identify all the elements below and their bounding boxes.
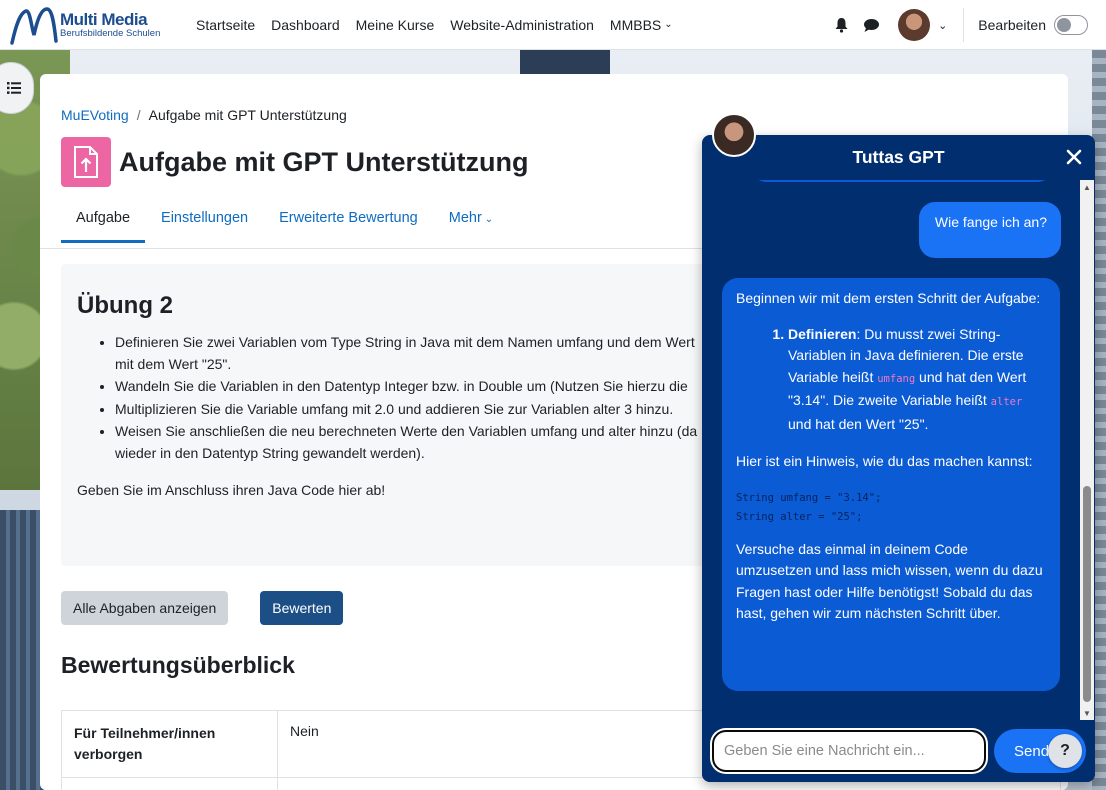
chevron-down-icon: ⌄ [484,214,494,225]
secondary-navigation-tabs: Aufgabe Einstellungen Erweiterte Bewertu… [61,204,509,243]
breadcrumb-separator: / [136,107,141,123]
help-button[interactable]: ? [1048,734,1082,768]
step-list: Definieren: Du musst zwei String-Variabl… [736,324,1046,436]
chat-bubble-icon [863,18,879,32]
code-line: String alter = "25"; [736,510,863,523]
chat-scrollbar[interactable]: ▲ ▼ [1080,180,1094,720]
task-text: mit dem Wert "25". [115,355,232,372]
assistant-message: Beginnen wir mit dem ersten Schritt der … [722,278,1060,691]
chevron-down-icon[interactable]: ⌄ [938,19,947,32]
chat-header: Tuttas GPT [702,135,1095,180]
tab-aufgabe[interactable]: Aufgabe [61,204,146,243]
chat-input-area: Send [702,720,1095,782]
scroll-down-arrow-icon[interactable]: ▼ [1080,706,1094,720]
tab-erweiterte-bewertung[interactable]: Erweiterte Bewertung [264,204,433,243]
breadcrumb-parent-link[interactable]: MuEVoting [61,107,129,123]
chevron-down-icon: ⌄ [664,19,673,30]
chat-message-input[interactable] [712,730,986,772]
task-text: Definieren Sie zwei Variablen vom Type S… [115,334,695,350]
list-icon [7,82,21,94]
code-line: String umfang = "3.14"; [736,491,882,504]
user-avatar[interactable] [898,9,931,41]
chat-assistant-avatar [712,113,756,157]
file-upload-icon [74,146,98,178]
action-buttons: Alle Abgaben anzeigen Bewerten [61,591,344,625]
edit-mode-label: Bearbeiten [978,17,1046,33]
previous-message-bubble [752,180,1052,182]
task-text: Weisen Sie anschließen die neu berechnet… [115,423,698,439]
assignment-upload-icon [61,137,111,187]
background-building [520,50,610,74]
tab-einstellungen[interactable]: Einstellungen [146,204,263,243]
multimedia-logo-icon [10,6,58,45]
grade-button[interactable]: Bewerten [260,591,344,625]
inline-code: alter [990,396,1023,408]
brand-subtitle: Berufsbildende Schulen [60,27,161,39]
tab-mehr-label: Mehr [448,210,482,226]
chat-widget: Tuttas GPT Wie fange ich an? Beginnen wi… [702,135,1095,782]
navbar-divider [963,8,965,42]
messages-button[interactable] [858,12,884,38]
page-title: Aufgabe mit GPT Unterstützung [119,146,529,177]
nav-website-administration[interactable]: Website-Administration [450,17,594,33]
list-item: Definieren: Du musst zwei String-Variabl… [788,324,1046,436]
user-controls: ⌄ Bearbeiten [824,0,1088,50]
bell-icon [835,18,848,33]
grading-summary-title: Bewertungsüberblick [61,652,295,678]
view-all-submissions-button[interactable]: Alle Abgaben anzeigen [61,591,229,625]
step-text: und hat den Wert "25". [788,415,929,432]
chat-messages[interactable]: Wie fange ich an? Beginnen wir mit dem e… [702,180,1095,720]
row-label: Für Teilnehmer/innen verborgen [74,725,216,762]
chat-title: Tuttas GPT [852,147,945,167]
breadcrumb-current: Aufgabe mit GPT Unterstützung [148,107,347,123]
notifications-button[interactable] [828,12,854,38]
brand-logo[interactable]: Multi Media Berufsbildende Schulen [10,5,180,45]
nav-mmbbs[interactable]: MMBBS ⌄ [610,17,673,33]
assistant-outro: Versuche das einmal in deinem Code umzus… [736,540,1043,622]
user-message: Wie fange ich an? [919,202,1061,258]
nav-mmbbs-label: MMBBS [609,16,662,33]
scrollbar-thumb[interactable] [1083,486,1091,702]
inline-code: umfang [877,372,916,385]
background-building [0,510,44,790]
nav-startseite[interactable]: Startseite [196,17,255,33]
edit-mode-toggle[interactable] [1054,15,1088,35]
nav-dashboard[interactable]: Dashboard [271,17,340,33]
assistant-hint: Hier ist ein Hinweis, wie du das machen … [736,453,1033,469]
tab-mehr[interactable]: Mehr ⌄ [434,204,508,243]
table-header-cell: Für Teilnehmer/innen verborgen [61,710,278,778]
primary-navigation: Startseite Dashboard Meine Kurse Website… [196,17,689,33]
table-header-cell [61,777,278,790]
step-label: Definieren [788,325,857,342]
breadcrumb: MuEVoting / Aufgabe mit GPT Unterstützun… [61,107,347,123]
top-navbar: Multi Media Berufsbildende Schulen Start… [0,0,1106,50]
assistant-intro: Beginnen wir mit dem ersten Schritt der … [736,290,1041,306]
scroll-up-arrow-icon[interactable]: ▲ [1080,180,1094,194]
brand-name: Multi Media [60,9,148,29]
close-icon [1066,149,1082,165]
task-text: wieder in den Datentyp String gewandelt … [115,444,425,461]
chat-close-button[interactable] [1063,146,1085,168]
page-header: Aufgabe mit GPT Unterstützung [61,137,528,187]
code-block: String umfang = "3.14"; String alter = "… [736,489,1046,527]
nav-meine-kurse[interactable]: Meine Kurse [356,17,435,33]
